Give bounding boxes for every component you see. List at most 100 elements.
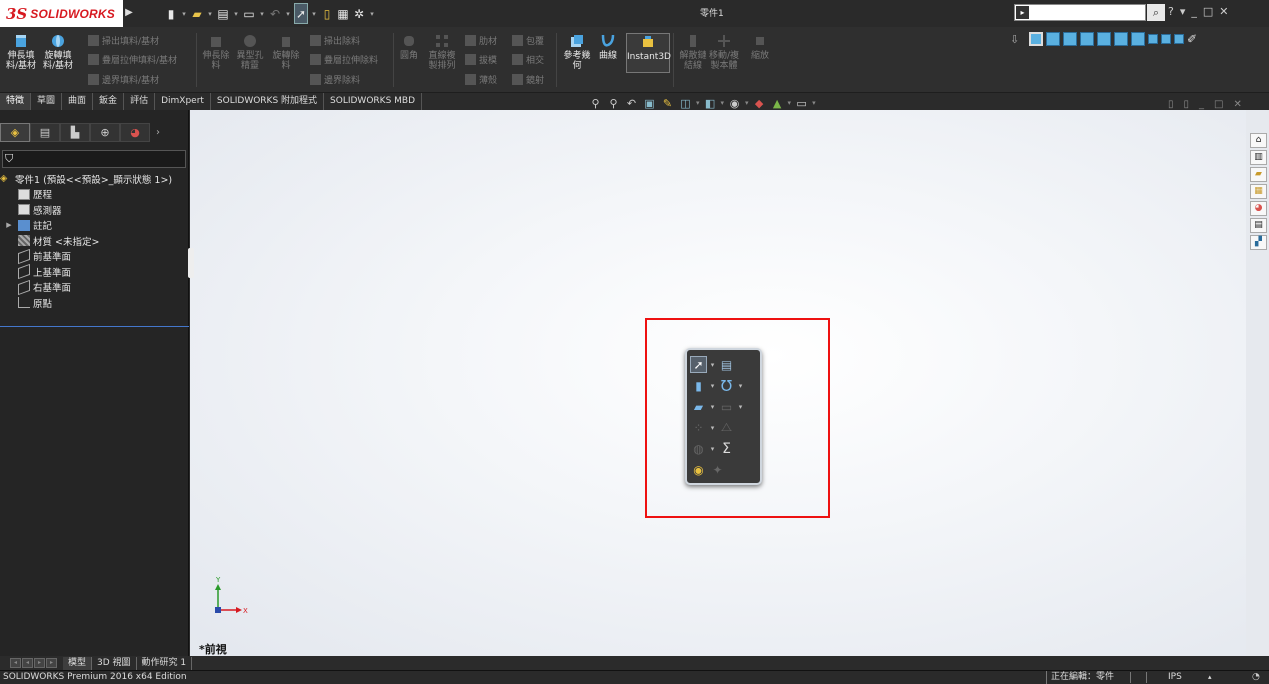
tree-item-right-plane[interactable]: 右基準面: [0, 279, 189, 296]
menu-expand-arrow-icon[interactable]: ▶: [123, 3, 135, 23]
fillet-button[interactable]: 圓角: [392, 33, 426, 61]
cascade-icon[interactable]: ▯: [1184, 99, 1190, 110]
measure-icon[interactable]: ◉: [690, 461, 707, 478]
sweep-cut-button[interactable]: 掃出除料: [310, 32, 360, 48]
section-view-icon[interactable]: ▣: [642, 96, 657, 110]
help-dropdown-icon[interactable]: ▾: [1180, 5, 1186, 18]
tile-icon[interactable]: ▯: [1168, 99, 1174, 110]
extrude-boss-icon[interactable]: ▰: [690, 398, 707, 415]
property-manager-tab-icon[interactable]: ▤: [30, 123, 60, 142]
open-dropdown-icon[interactable]: ▾: [206, 10, 214, 18]
feature-manager-tab-icon[interactable]: ◈: [0, 123, 30, 142]
hide-show-items-icon[interactable]: ◉: [727, 96, 742, 110]
file-explorer-icon[interactable]: ▰: [1250, 167, 1267, 182]
search-icon[interactable]: ⌕: [1147, 4, 1165, 21]
select-dropdown-icon[interactable]: ▾: [709, 361, 716, 369]
extrude-cut-button[interactable]: 伸長除 料: [198, 33, 234, 71]
tree-item-annotations[interactable]: ▶ 註記: [0, 218, 189, 234]
view-front-icon[interactable]: [1046, 32, 1060, 46]
rebuild-traffic-light-icon[interactable]: ▯: [320, 3, 334, 24]
view-normal-to-icon[interactable]: [1174, 34, 1184, 44]
open-folder-icon[interactable]: ▰: [190, 3, 204, 24]
linear-pattern-button[interactable]: 直線複 製排列: [424, 33, 460, 71]
boss-dropdown-icon[interactable]: ▾: [709, 403, 716, 411]
undo-dropdown-icon[interactable]: ▾: [284, 10, 292, 18]
tab-features[interactable]: 特徵: [0, 93, 32, 110]
tab-evaluate[interactable]: 評估: [124, 93, 156, 110]
intersect-button[interactable]: 相交: [512, 51, 544, 67]
view-trimetric-icon[interactable]: [1161, 34, 1171, 44]
view-top-icon[interactable]: [1114, 32, 1128, 46]
display-style-icon[interactable]: ◧: [703, 96, 718, 110]
design-library-icon[interactable]: ▥: [1250, 150, 1267, 165]
dimxpert-manager-tab-icon[interactable]: ⊕: [90, 123, 120, 142]
solidworks-logo[interactable]: 3S SOLIDWORKS: [0, 0, 123, 27]
view-selector-icon[interactable]: ✐: [1187, 32, 1197, 46]
panel-more-arrow-icon[interactable]: ›: [150, 123, 166, 142]
view-dimetric-icon[interactable]: [1148, 34, 1158, 44]
sweep-boss-button[interactable]: 掃出填料/基材: [88, 32, 159, 48]
display-manager-tab-icon[interactable]: ◕: [120, 123, 150, 142]
boundary-boss-button[interactable]: 邊界填料/基材: [88, 71, 159, 87]
rollback-bar[interactable]: [0, 326, 189, 327]
select-dropdown-icon[interactable]: ▾: [310, 10, 318, 18]
quick-tips-icon[interactable]: ◔: [1252, 671, 1260, 684]
search-commands-input[interactable]: ▸: [1014, 4, 1146, 21]
revolve-boss-button[interactable]: 旋轉填 料/基材: [40, 33, 76, 71]
mirror-icon[interactable]: ⧍: [718, 419, 735, 436]
zoom-to-fit-icon[interactable]: ⚲: [588, 96, 603, 110]
curves-icon[interactable]: Ʊ: [718, 377, 735, 395]
view-dock-icon[interactable]: ⇩: [1010, 33, 1026, 46]
minimize-button[interactable]: _: [1191, 5, 1197, 18]
revolve-cut-button[interactable]: 旋轉除 料: [268, 33, 304, 71]
panel-splitter-handle[interactable]: [188, 248, 194, 278]
equations-sigma-icon[interactable]: Σ: [718, 440, 735, 457]
boundary-cut-button[interactable]: 邊界除料: [310, 71, 360, 87]
view-bottom-icon[interactable]: [1131, 32, 1145, 46]
view-settings-dropdown-icon[interactable]: ▾: [812, 99, 816, 107]
tree-item-sensors[interactable]: 感測器: [0, 202, 189, 218]
view-orientation-icon[interactable]: ◫: [678, 96, 693, 110]
apply-scene-icon[interactable]: ▲: [770, 96, 785, 110]
view-orientation-dropdown-icon[interactable]: ▾: [696, 99, 700, 107]
tree-item-material[interactable]: 材質 <未指定>: [0, 233, 189, 249]
close-button[interactable]: ✕: [1219, 5, 1228, 18]
new-dropdown-icon[interactable]: ▾: [180, 10, 188, 18]
hole-wizard-button[interactable]: 異型孔 精靈: [232, 33, 268, 71]
new-document-icon[interactable]: ▮: [164, 3, 178, 24]
tab-motion-study[interactable]: 動作研究 1: [137, 656, 193, 670]
last-tab-icon[interactable]: ▸: [46, 658, 57, 668]
configuration-manager-tab-icon[interactable]: ▙: [60, 123, 90, 142]
mirror-button[interactable]: 鏡射: [512, 71, 544, 87]
options-dropdown-icon[interactable]: ▾: [368, 10, 376, 18]
custom-properties-icon[interactable]: ▤: [1250, 218, 1267, 233]
forum-icon[interactable]: ▞: [1250, 235, 1267, 250]
first-tab-icon[interactable]: ◂: [10, 658, 21, 668]
wrap-button[interactable]: 包覆: [512, 32, 544, 48]
tab-surfaces[interactable]: 曲面: [62, 93, 94, 110]
loft-cut-button[interactable]: 疊層拉伸除料: [310, 51, 378, 67]
linear-pattern-icon[interactable]: ⁘: [690, 419, 707, 436]
tab-model[interactable]: 模型: [63, 656, 93, 670]
prev-tab-icon[interactable]: ◂: [22, 658, 33, 668]
doc-restore-icon[interactable]: □: [1214, 99, 1223, 110]
print-icon[interactable]: ▭: [242, 3, 256, 24]
curves-dropdown-icon[interactable]: ▾: [737, 382, 744, 390]
unit-system-selector[interactable]: IPS: [1168, 671, 1182, 684]
view-right-icon[interactable]: [1097, 32, 1111, 46]
cut-dropdown-icon[interactable]: ▾: [737, 403, 744, 411]
fillet-dropdown-icon[interactable]: ▾: [709, 445, 716, 453]
mass-properties-icon[interactable]: ✦: [709, 461, 726, 478]
loft-boss-button[interactable]: 疊層拉伸填料/基材: [88, 51, 177, 67]
select-pointer-icon[interactable]: ➚: [690, 356, 707, 373]
unit-dropdown-icon[interactable]: ▴: [1208, 671, 1212, 684]
pattern-dropdown-icon[interactable]: ▾: [709, 424, 716, 432]
shell-button[interactable]: 薄殼: [465, 71, 497, 87]
tree-item-top-plane[interactable]: 上基準面: [0, 264, 189, 280]
tree-filter-input[interactable]: ⛉: [2, 150, 186, 168]
tab-dimxpert[interactable]: DimXpert: [155, 93, 211, 110]
appearances-icon[interactable]: ◕: [1250, 201, 1267, 216]
view-settings-icon[interactable]: ▭: [794, 96, 809, 110]
instant3d-button[interactable]: Instant3D: [626, 33, 671, 73]
tree-item-history[interactable]: 歷程: [0, 187, 189, 203]
